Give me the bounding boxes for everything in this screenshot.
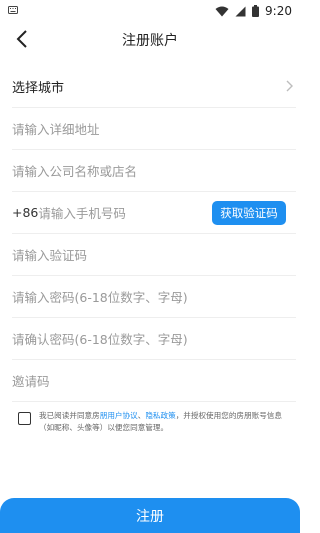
phone-placeholder: 请输入手机号码 <box>38 206 126 221</box>
company-placeholder: 请输入公司名称或店名 <box>12 164 138 179</box>
register-button[interactable]: 注册 <box>0 498 300 533</box>
user-agreement-link[interactable]: 朋用户协议 <box>100 411 138 420</box>
battery-icon <box>252 5 260 17</box>
address-field[interactable]: 请输入详细地址 <box>12 108 296 150</box>
password-field[interactable]: 请输入密码(6-18位数字、字母) <box>12 276 296 318</box>
address-placeholder: 请输入详细地址 <box>12 122 100 137</box>
verify-code-field[interactable]: 请输入验证码 <box>12 234 296 276</box>
confirm-password-field[interactable]: 请确认密码(6-18位数字、字母) <box>12 318 296 360</box>
city-label: 选择城市 <box>12 81 65 96</box>
get-code-button[interactable]: 获取验证码 <box>212 201 286 225</box>
status-time: 9:20 <box>265 4 292 18</box>
password-placeholder: 请输入密码(6-18位数字、字母) <box>12 290 188 305</box>
invite-code-placeholder: 邀请码 <box>12 374 50 389</box>
agreement-text: 我已阅读并同意房朋用户协议、隐私政策，并授权使用您的房朋账号信息（如昵称、头像等… <box>39 410 287 434</box>
page-title: 注册账户 <box>122 33 178 49</box>
signal-icon <box>235 6 246 16</box>
verify-code-placeholder: 请输入验证码 <box>12 248 88 263</box>
country-code: +86 <box>12 205 39 220</box>
agree-checkbox[interactable] <box>18 412 31 425</box>
privacy-policy-link[interactable]: 隐私政策 <box>145 411 175 420</box>
status-bar: 9:20 <box>0 0 300 22</box>
company-field[interactable]: 请输入公司名称或店名 <box>12 150 296 192</box>
title-bar: 注册账户 <box>0 22 300 56</box>
invite-code-field[interactable]: 邀请码 <box>12 360 296 402</box>
agreement-text-part: 我已阅读并同意房 <box>39 411 100 420</box>
chevron-right-icon <box>286 80 293 92</box>
wifi-icon <box>215 6 229 16</box>
confirm-password-placeholder: 请确认密码(6-18位数字、字母) <box>12 332 188 347</box>
city-selector[interactable]: 选择城市 <box>12 66 296 108</box>
phone-field[interactable]: +86 请输入手机号码 获取验证码 <box>12 192 296 234</box>
keyboard-notification-icon <box>8 6 18 14</box>
